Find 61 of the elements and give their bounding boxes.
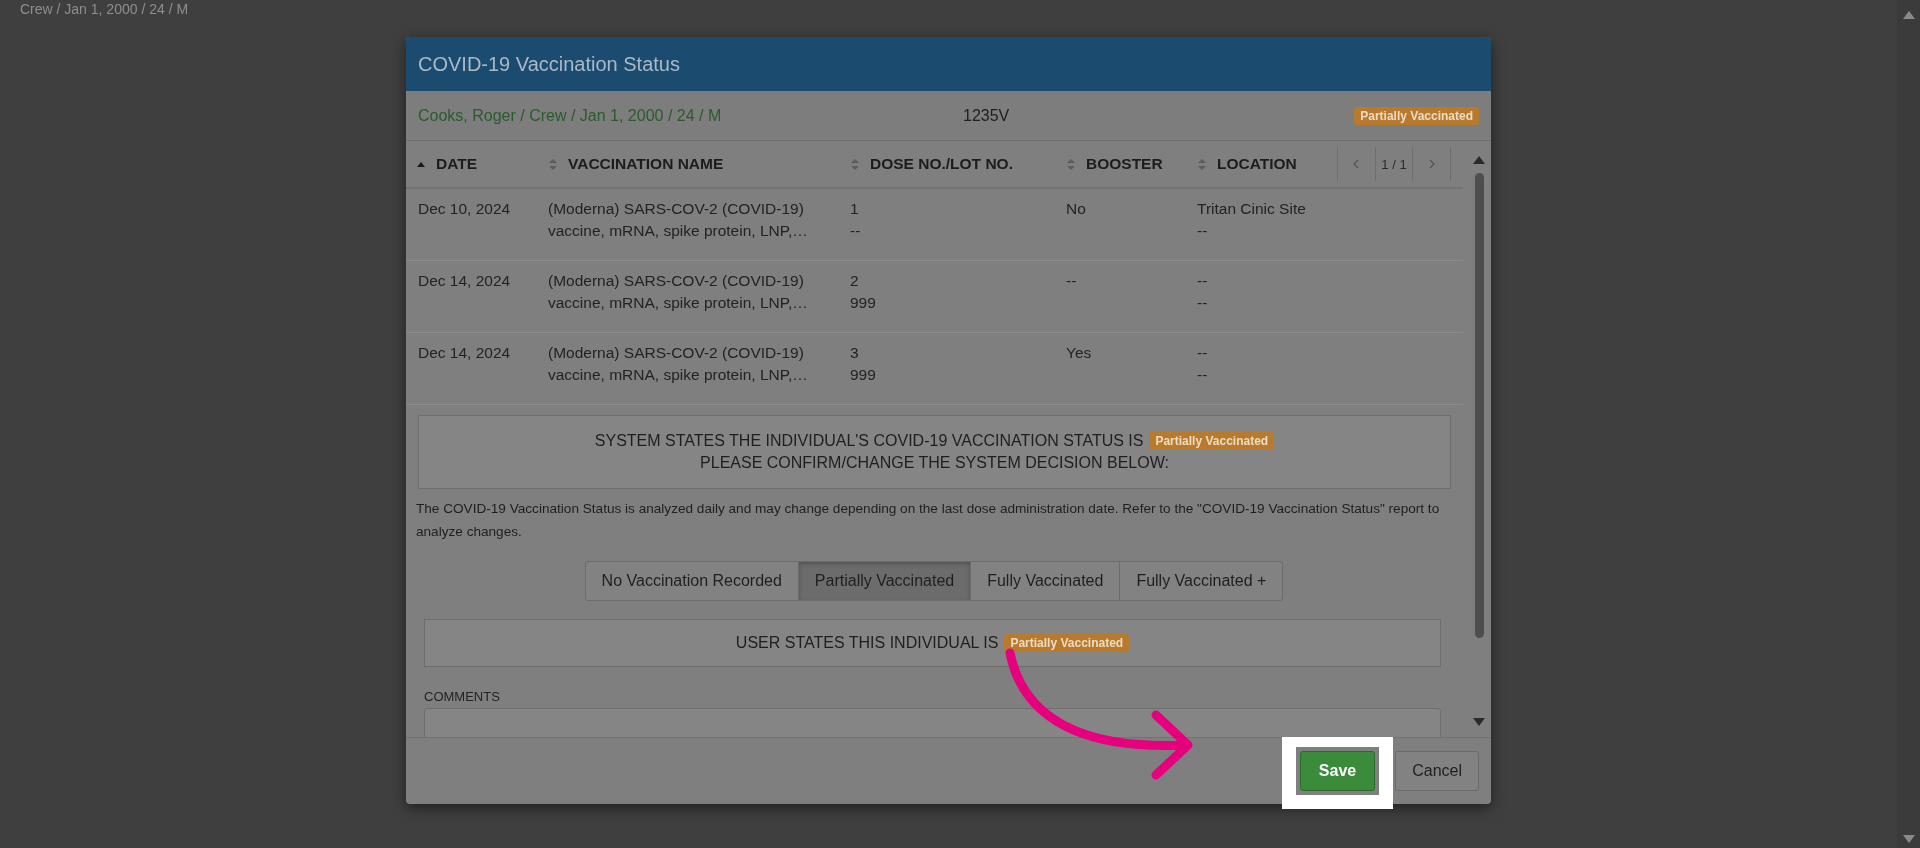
table-cell-text: Tritan Cinic Site (1197, 200, 1307, 218)
table-cell-text: -- (850, 222, 862, 240)
status-option[interactable]: Partially Vaccinated (797, 561, 972, 601)
patient-code: 1235V (963, 106, 1011, 125)
column-header[interactable]: DOSE NO./LOT NO. (870, 155, 1013, 173)
sort-ascending-icon[interactable] (416, 160, 426, 168)
notice-text: USER STATES THIS INDIVIDUAL IS (735, 634, 999, 652)
info-text: The COVID-19 Vaccination Status is analyzed daily and may change depending on the last dose administration date. Refer to the "COVID-19 Vaccination Status" report to analyze changes. (416, 500, 1441, 541)
patient-info: Cooks, Roger / Crew / Jan 1, 2000 / 24 / M (418, 106, 723, 125)
column-header[interactable]: BOOSTER (1086, 155, 1163, 173)
sort-icon[interactable] (1197, 157, 1207, 171)
column-header[interactable]: LOCATION (1217, 155, 1297, 173)
table-cell-text: -- (1197, 344, 1209, 362)
scroll-down-icon[interactable] (1901, 834, 1916, 844)
table-cell-text: -- (1066, 272, 1078, 290)
status-badge: Partially Vaccinated (1149, 432, 1275, 450)
table-cell-text: vaccine, mRNA, spike protein, LNP,… (548, 294, 809, 312)
status-option[interactable]: Fully Vaccinated (970, 561, 1121, 601)
table-cell-text: 1 (850, 200, 860, 218)
status-badge: Partially Vaccinated (1354, 106, 1479, 125)
sort-icon[interactable] (548, 157, 558, 171)
status-option[interactable]: No Vaccination Recorded (584, 561, 799, 601)
background-text: Crew / Jan 1, 2000 / 24 / M (19, 0, 189, 19)
dialog-title: COVID-19 Vaccination Status (406, 37, 1491, 91)
table-cell-text: (Moderna) SARS-COV-2 (COVID-19) (548, 272, 805, 290)
column-header[interactable]: VACCINATION NAME (568, 155, 724, 173)
table-cell-text: Dec 14, 2024 (418, 272, 512, 290)
notice-text: SYSTEM STATES THE INDIVIDUAL'S COVID-19 VACCINATION STATUS IS (594, 432, 1144, 450)
save-button[interactable]: Save (1299, 751, 1376, 791)
status-badge: Partially Vaccinated (1004, 634, 1130, 652)
table-cell-text: (Moderna) SARS-COV-2 (COVID-19) (548, 344, 805, 362)
sort-icon[interactable] (1066, 157, 1076, 171)
column-header[interactable]: DATE (436, 155, 478, 173)
table-cell-text: 999 (850, 366, 877, 384)
scrollbar-thumb[interactable] (1474, 173, 1484, 638)
table-cell-text: -- (1197, 222, 1209, 240)
comments-field[interactable] (424, 708, 1441, 737)
chevron-right-icon[interactable] (1427, 159, 1436, 169)
table-cell-text: vaccine, mRNA, spike protein, LNP,… (548, 222, 809, 240)
scroll-up-icon[interactable] (1472, 155, 1486, 165)
table-cell-text: -- (1197, 366, 1209, 384)
cancel-button[interactable]: Cancel (1395, 751, 1479, 791)
table-cell-text: 3 (850, 344, 860, 362)
table-cell-text: Yes (1066, 344, 1093, 362)
table-cell-text: vaccine, mRNA, spike protein, LNP,… (548, 366, 809, 384)
table-cell-text: Dec 14, 2024 (418, 344, 512, 362)
table-cell-text: Dec 10, 2024 (418, 200, 512, 218)
table-cell-text: 2 (850, 272, 860, 290)
table-cell-text: 999 (850, 294, 877, 312)
table-cell-text: No (1066, 200, 1087, 218)
status-option[interactable]: Fully Vaccinated + (1119, 561, 1284, 601)
table-cell-text: -- (1197, 272, 1209, 290)
notice-text: PLEASE CONFIRM/CHANGE THE SYSTEM DECISION BELOW: (700, 454, 1169, 472)
sort-icon[interactable] (850, 157, 860, 171)
scroll-down-icon[interactable] (1472, 717, 1486, 727)
comments-label: COMMENTS (424, 689, 501, 704)
page-indicator: 1 / 1 (1374, 147, 1414, 181)
scroll-up-icon[interactable] (1901, 10, 1916, 20)
table-cell-text: -- (1197, 294, 1209, 312)
chevron-left-icon[interactable] (1352, 159, 1361, 169)
table-cell-text: (Moderna) SARS-COV-2 (COVID-19) (548, 200, 805, 218)
